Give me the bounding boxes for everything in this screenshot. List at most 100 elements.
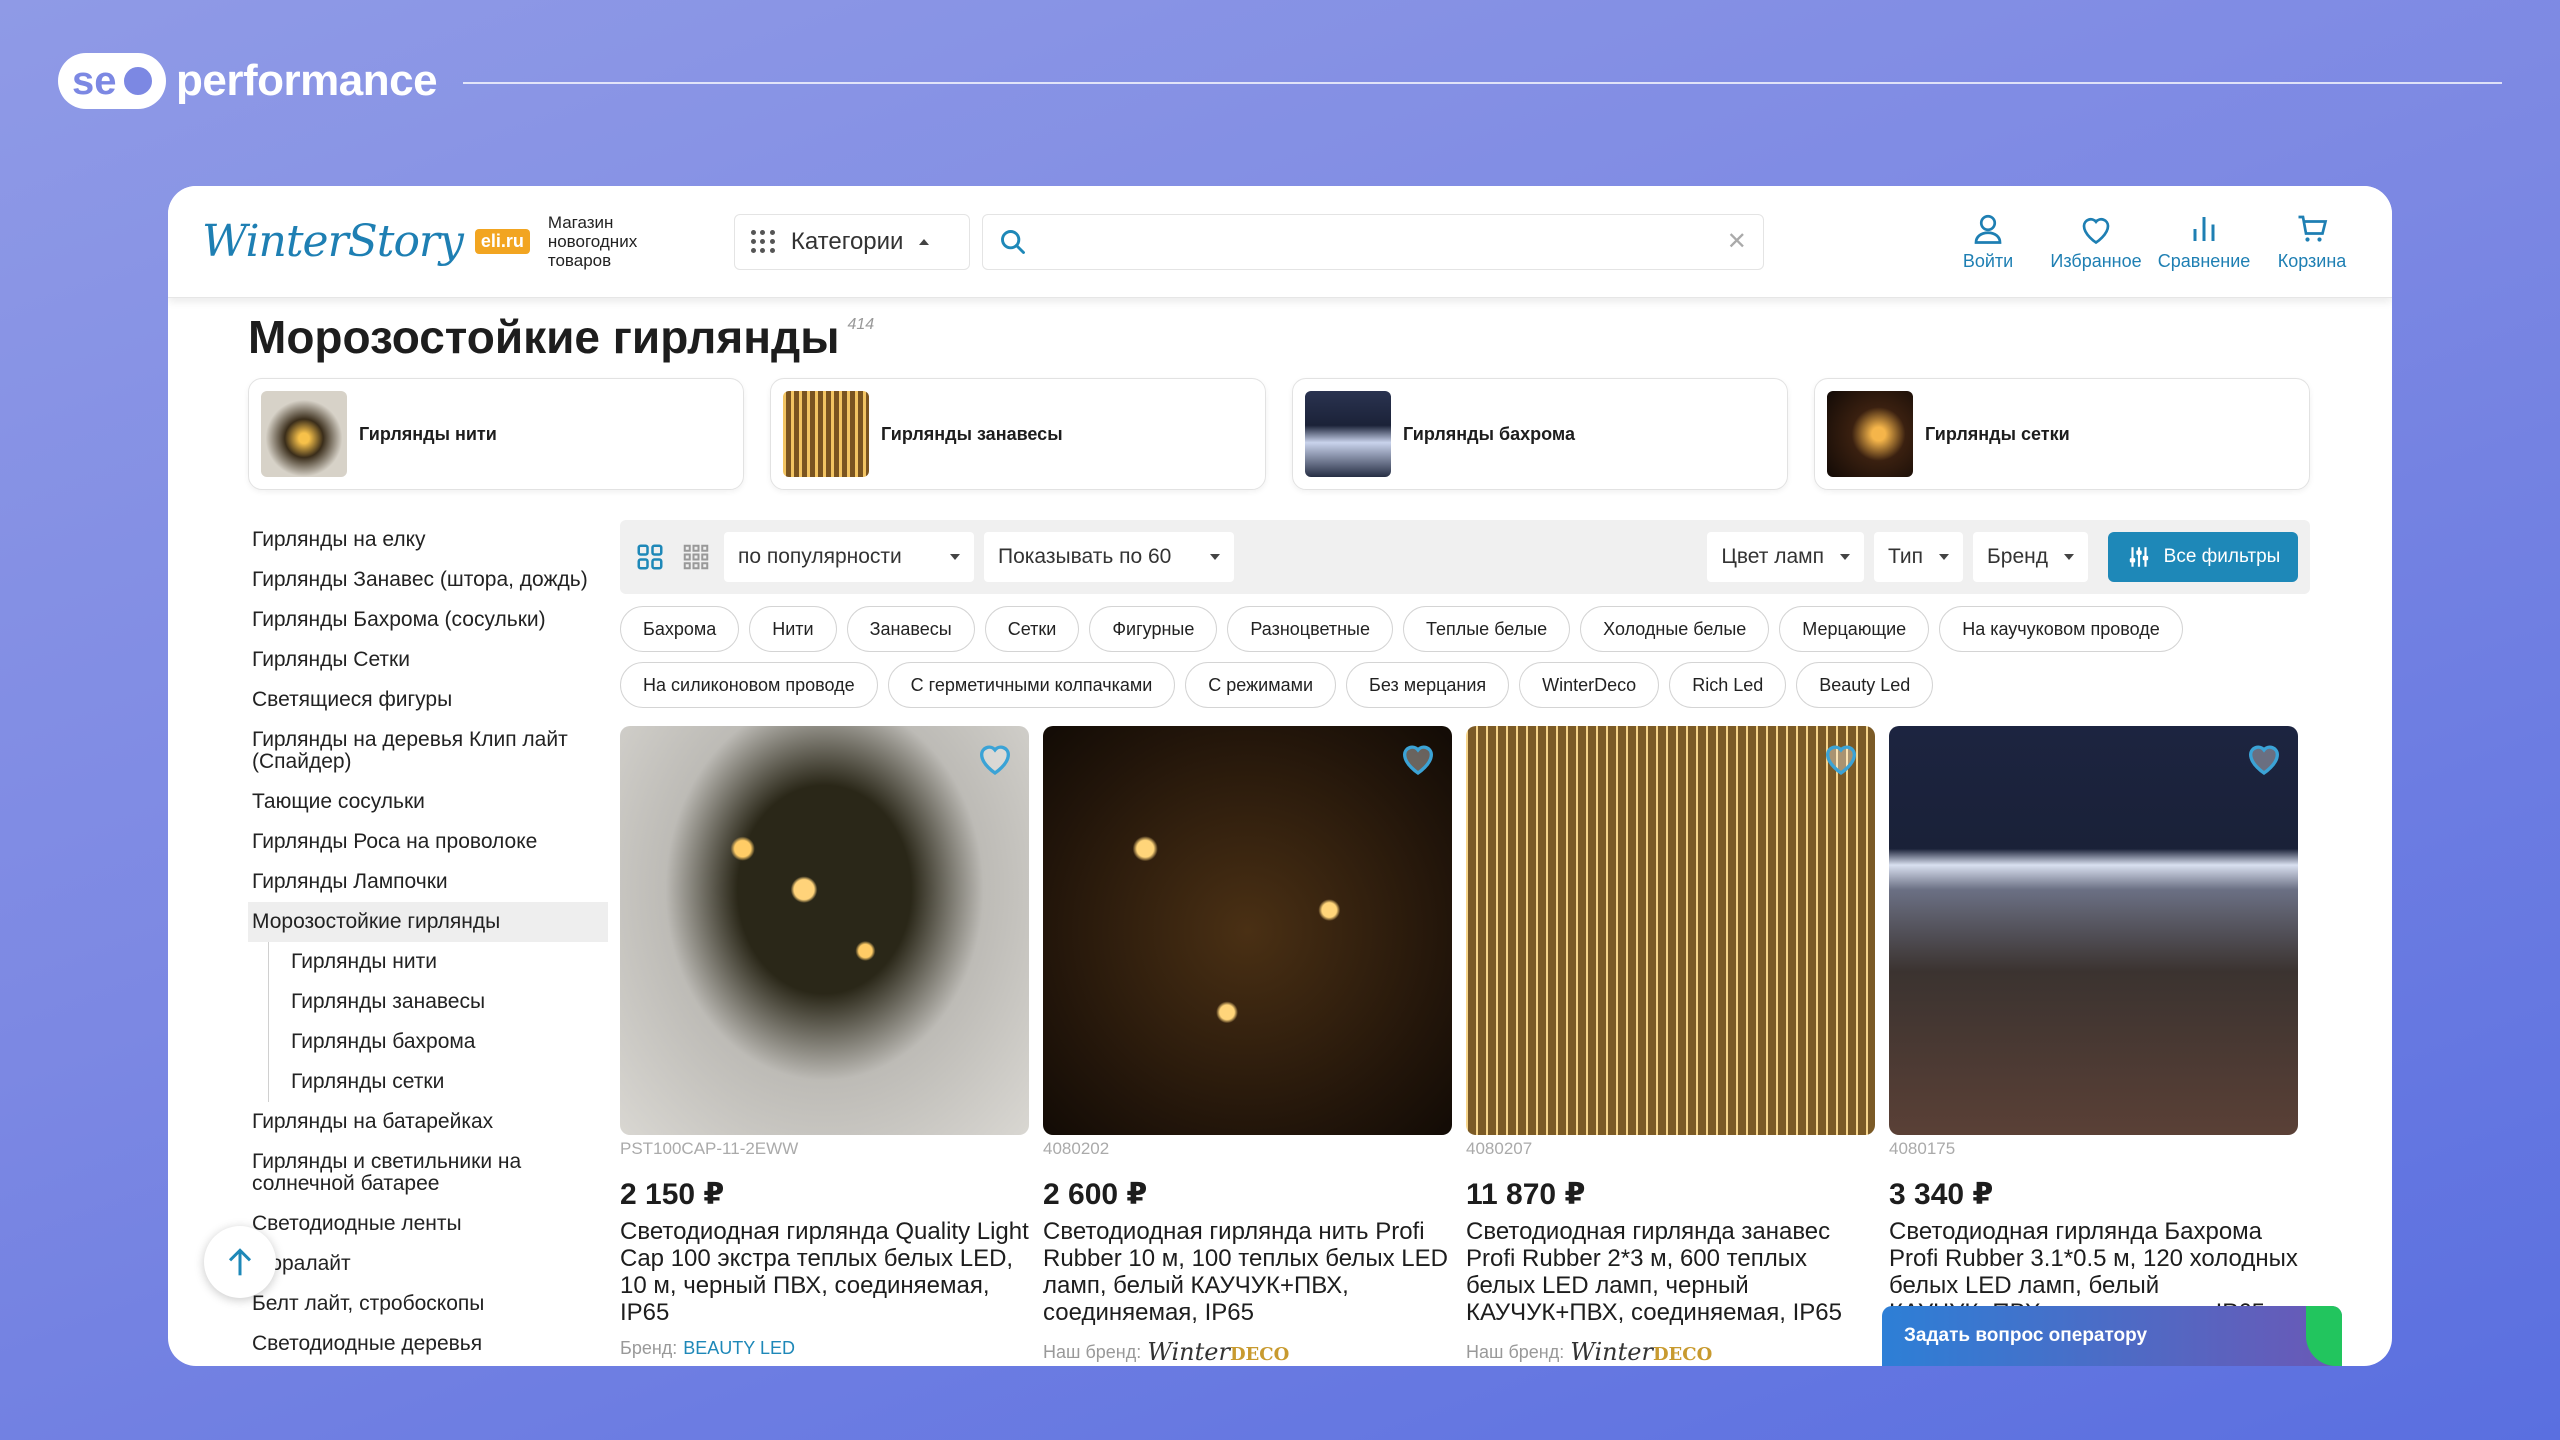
filter-tag[interactable]: Rich Led	[1669, 662, 1787, 708]
cart-icon	[2298, 215, 2328, 242]
sidebar-item[interactable]: Тающие сосульки	[248, 782, 608, 822]
filter-tag[interactable]: Разноцветные	[1227, 606, 1393, 652]
filter-tag[interactable]: Фигурные	[1089, 606, 1218, 652]
sidebar-subitem[interactable]: Гирлянды занавесы	[287, 982, 608, 1022]
sidebar-item[interactable]: Дюралайт	[248, 1244, 608, 1284]
categories-button[interactable]: Категории	[733, 213, 970, 270]
product-image[interactable]	[1889, 726, 2298, 1135]
filter-tag[interactable]: Теплые белые	[1403, 606, 1571, 652]
product-image[interactable]	[1466, 726, 1875, 1135]
sidebar-item[interactable]: Гирлянды Бахрома (сосульки)	[248, 600, 608, 640]
all-filters-button[interactable]: Все фильтры	[2108, 532, 2298, 582]
sidebar-item[interactable]: Гирлянды на елку	[248, 520, 608, 560]
type-filter[interactable]: Тип	[1873, 532, 1963, 582]
caret-down-icon	[1210, 554, 1220, 560]
search-input[interactable]	[1038, 228, 1727, 255]
favorites-label: Избранное	[2050, 251, 2142, 271]
scroll-to-top-button[interactable]	[204, 1226, 276, 1298]
ask-operator-widget[interactable]: Задать вопрос оператору	[1882, 1306, 2342, 1366]
favorites-button[interactable]: Избранное	[2050, 211, 2142, 272]
sidebar-subitem[interactable]: Гирлянды нити	[287, 942, 608, 982]
favorite-heart-icon[interactable]	[975, 738, 1015, 778]
sidebar-subitem[interactable]: Гирлянды сетки	[287, 1062, 608, 1102]
compare-button[interactable]: Сравнение	[2158, 211, 2250, 272]
brand-filter[interactable]: Бренд	[1973, 532, 2088, 582]
subcategory-card[interactable]: Гирлянды бахрома	[1292, 378, 1788, 490]
filter-tag[interactable]: На силиконовом проводе	[620, 662, 878, 708]
sidebar-item[interactable]: Гирлянды Сетки	[248, 640, 608, 680]
sidebar-item-active[interactable]: Морозостойкие гирлянды	[248, 902, 608, 942]
caret-up-icon	[919, 238, 930, 245]
clear-search-icon[interactable]: ✕	[1727, 227, 1747, 256]
login-label: Войти	[1962, 251, 2014, 271]
filter-tag[interactable]: С режимами	[1185, 662, 1337, 708]
favorite-heart-icon[interactable]	[2244, 738, 2284, 778]
product-brand: Наш бренд: WinterDECO	[1043, 1338, 1452, 1366]
sidebar-item[interactable]: Гирлянды Занавес (штора, дождь)	[248, 560, 608, 600]
search-icon	[1000, 229, 1025, 254]
lamp-color-label: Цвет ламп	[1721, 545, 1824, 568]
sidebar-item[interactable]: Гирлянды на батарейках	[248, 1102, 608, 1142]
lamp-color-filter[interactable]: Цвет ламп	[1707, 532, 1864, 582]
subcategory-card[interactable]: Гирлянды сетки	[1814, 378, 2310, 490]
filter-tag[interactable]: Холодные белые	[1580, 606, 1770, 652]
divider-line	[463, 82, 2502, 84]
filter-tag[interactable]: С герметичными колпачками	[887, 662, 1176, 708]
filter-tag[interactable]: На каучуковом проводе	[1939, 606, 2183, 652]
product-image[interactable]	[1043, 726, 1452, 1135]
favorite-heart-icon[interactable]	[1398, 738, 1438, 778]
filter-tag[interactable]: Мерцающие	[1779, 606, 1930, 652]
sidebar-item[interactable]: Белт лайт, стробоскопы	[248, 1284, 608, 1324]
product-card[interactable]: PST100CAP-11-2EWW 2 150 ₽ Светодиодная г…	[620, 726, 1029, 1366]
logo-subtitle: Магазин новогодних товаров	[547, 213, 638, 270]
product-card[interactable]: 4080202 2 600 ₽ Светодиодная гирлянда ни…	[1043, 726, 1452, 1366]
heart-icon	[2082, 217, 2110, 245]
dense-grid-view-icon[interactable]	[678, 539, 714, 575]
product-name[interactable]: Светодиодная гирлянда Quality Light Cap …	[620, 1218, 1029, 1328]
sidebar-item[interactable]: Светодиодные ленты	[248, 1204, 608, 1244]
product-card[interactable]: 4080207 11 870 ₽ Светодиодная гирлянда з…	[1466, 726, 1875, 1366]
catalog-main: по популярности Показывать по 60 Цвет ла…	[620, 520, 2310, 1366]
product-name[interactable]: Светодиодная гирлянда нить Profi Rubber …	[1043, 1218, 1452, 1328]
product-count: 414	[847, 316, 875, 333]
seo-performance-bar: se performance	[58, 50, 2502, 112]
grid-view-icon[interactable]	[632, 539, 668, 575]
filter-tag[interactable]: Нити	[749, 606, 837, 652]
site-window: WinterStory eli.ru Магазин новогодних то…	[168, 186, 2392, 1366]
sidebar-item[interactable]: Гирлянды на деревья Клип лайт (Спайдер)	[248, 720, 608, 782]
product-price: 2 150 ₽	[620, 1178, 725, 1211]
filter-tag[interactable]: Сетки	[984, 606, 1080, 652]
product-card[interactable]: 4080175 3 340 ₽ Светодиодная гирлянда Ба…	[1889, 726, 2298, 1366]
product-name[interactable]: Светодиодная гирлянда занавес Profi Rubb…	[1466, 1218, 1875, 1328]
filter-tag[interactable]: WinterDeco	[1519, 662, 1660, 708]
sort-select[interactable]: по популярности	[724, 532, 974, 582]
filters-icon	[2129, 547, 2148, 567]
product-image[interactable]	[620, 726, 1029, 1135]
page-title-text: Морозостойкие гирлянды	[248, 311, 840, 363]
sidebar-item[interactable]: Гирлянды Лампочки	[248, 862, 608, 902]
product-sku: 4080202	[1043, 1139, 1110, 1158]
product-sku: 4080207	[1466, 1139, 1533, 1158]
sidebar-item[interactable]: Гирлянды Роса на проволоке	[248, 822, 608, 862]
filter-tag[interactable]: Бахрома	[620, 606, 740, 652]
filter-tag[interactable]: Занавесы	[846, 606, 975, 652]
per-page-select[interactable]: Показывать по 60	[984, 532, 1234, 582]
sidebar-item[interactable]: Светодиодные деревья	[248, 1324, 608, 1364]
filter-tag[interactable]: Без мерцания	[1346, 662, 1510, 708]
catalog-body: Гирлянды на елку Гирлянды Занавес (штора…	[248, 520, 2312, 1366]
caret-down-icon	[1939, 554, 1949, 560]
brand-link[interactable]: BEAUTY LED	[683, 1338, 795, 1359]
sidebar-subitem[interactable]: Гирлянды бахрома	[287, 1022, 608, 1062]
favorite-heart-icon[interactable]	[1821, 738, 1861, 778]
filter-tag[interactable]: Beauty Led	[1796, 662, 1934, 708]
subcategory-thumb	[1827, 391, 1913, 477]
sidebar-item[interactable]: Гирлянды и светильники на солнечной бата…	[248, 1142, 608, 1204]
cart-button[interactable]: Корзина	[2272, 211, 2352, 272]
brand-prefix: Бренд:	[620, 1338, 678, 1358]
search-box: ✕	[981, 213, 1764, 270]
sidebar-item[interactable]: Светящиеся фигуры	[248, 680, 608, 720]
login-button[interactable]: Войти	[1948, 211, 2028, 272]
subcategory-card[interactable]: Гирлянды нити	[248, 378, 744, 490]
site-logo[interactable]: WinterStory eli.ru Магазин новогодних то…	[202, 213, 658, 270]
subcategory-card[interactable]: Гирлянды занавесы	[770, 378, 1266, 490]
